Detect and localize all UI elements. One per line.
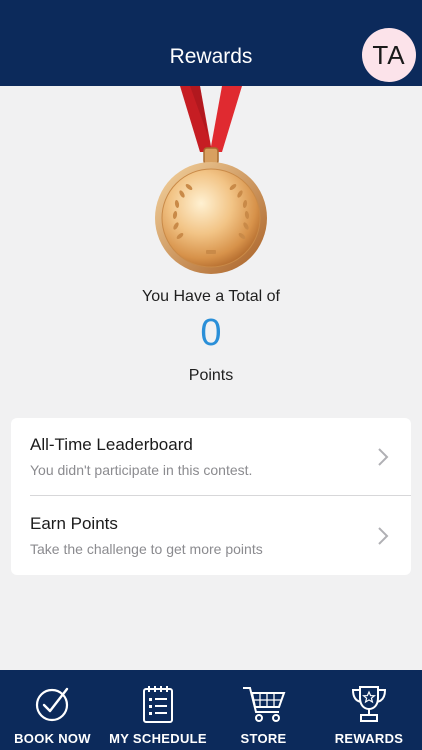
app-header: Rewards TA [0, 0, 422, 86]
chevron-right-icon [378, 527, 389, 545]
page-title: Rewards [169, 45, 253, 68]
calendar-icon [143, 686, 173, 723]
check-circle-icon [35, 687, 68, 722]
total-label: You Have a Total of [142, 288, 280, 305]
medal-icon [150, 86, 272, 276]
tab-book-now[interactable]: BOOK NOW [0, 670, 105, 750]
divider [30, 495, 411, 496]
tab-label: MY SCHEDULE [109, 731, 207, 746]
points-label: Points [188, 367, 234, 384]
user-avatar[interactable]: TA [362, 28, 416, 82]
earn-points-title: Earn Points [30, 514, 118, 533]
leaderboard-title: All-Time Leaderboard [30, 435, 193, 454]
tab-my-schedule[interactable]: MY SCHEDULE [105, 670, 211, 750]
chevron-right-icon [378, 448, 389, 466]
cart-icon [242, 687, 285, 722]
rewards-menu-card: All-Time Leaderboard You didn't particip… [11, 418, 411, 575]
trophy-icon [351, 686, 387, 722]
earn-points-subtitle: Take the challenge to get more points [30, 541, 263, 557]
tab-store[interactable]: STORE [211, 670, 316, 750]
tab-label: STORE [240, 731, 287, 746]
tab-label: BOOK NOW [14, 731, 91, 746]
tab-rewards[interactable]: REWARDS [316, 670, 422, 750]
leaderboard-subtitle: You didn't participate in this contest. [30, 462, 253, 478]
points-value: 0 [200, 312, 222, 354]
earn-points-row[interactable]: Earn Points Take the challenge to get mo… [11, 497, 411, 575]
leaderboard-row[interactable]: All-Time Leaderboard You didn't particip… [11, 418, 411, 496]
tab-label: REWARDS [334, 731, 404, 746]
bottom-tab-bar: BOOK NOW MY SCHEDULE STORE REWARDS [0, 670, 422, 750]
